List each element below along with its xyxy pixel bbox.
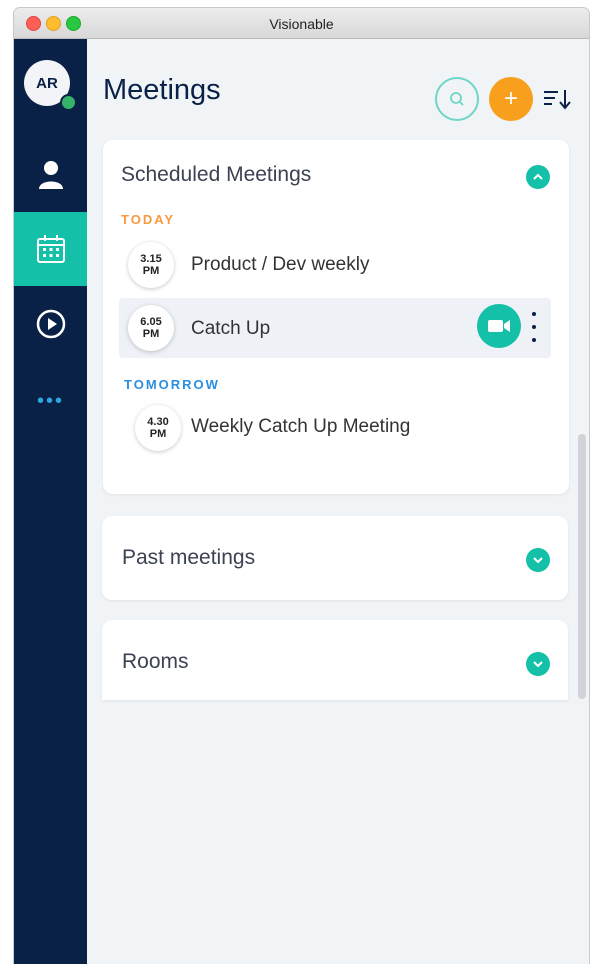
sidebar-item-recordings[interactable] [14,287,87,361]
join-video-button[interactable] [477,304,521,348]
scrollbar[interactable] [576,144,587,964]
sidebar: AR ••• [14,39,87,964]
window-title: Visionable [269,16,334,32]
search-button[interactable] [435,77,479,121]
sidebar-item-contacts[interactable] [14,138,87,212]
add-meeting-button[interactable]: + [489,77,533,121]
expand-rooms-button[interactable] [526,652,550,676]
play-circle-icon [36,309,65,339]
chevron-down-icon [533,661,543,668]
collapse-scheduled-button[interactable] [526,165,550,189]
title-bar: Visionable [14,8,589,39]
rooms-title: Rooms [122,650,189,673]
scheduled-meetings-card: Scheduled Meetings TODAY 3.15 PM Product… [103,140,569,494]
page-title: Meetings [103,74,221,106]
sort-icon [544,90,571,110]
rooms-card[interactable]: Rooms [102,620,568,700]
meeting-title: Catch Up [191,318,271,339]
presence-status-dot [60,94,77,111]
search-icon [450,92,464,106]
more-dots-icon[interactable]: ••• [14,391,87,411]
tomorrow-label: TOMORROW [124,377,220,392]
main-content: Meetings + Scheduled Meetings TODAY 3.15… [87,39,589,964]
person-icon [38,161,63,189]
past-meetings-card[interactable]: Past meetings [102,516,568,600]
scrollbar-thumb[interactable] [578,434,586,699]
past-meetings-title: Past meetings [122,546,256,569]
expand-past-meetings-button[interactable] [526,548,550,572]
time-badge: 3.15 PM [128,242,174,288]
app-window: Visionable AR ••• Meetings + Scheduled M… [14,8,589,964]
scheduled-meetings-title: Scheduled Meetings [121,163,312,186]
chevron-down-icon [533,557,543,564]
sidebar-item-meetings[interactable] [14,212,87,286]
sort-button[interactable] [539,81,575,117]
time-badge: 6.05 PM [128,305,174,351]
today-label: TODAY [121,212,176,227]
video-camera-icon [488,320,510,332]
meeting-title: Weekly Catch Up Meeting [191,416,411,437]
chevron-up-icon [533,173,543,180]
meeting-title: Product / Dev weekly [191,254,370,275]
more-options-icon[interactable] [529,312,539,342]
calendar-icon [36,235,65,263]
time-badge: 4.30 PM [135,405,181,451]
